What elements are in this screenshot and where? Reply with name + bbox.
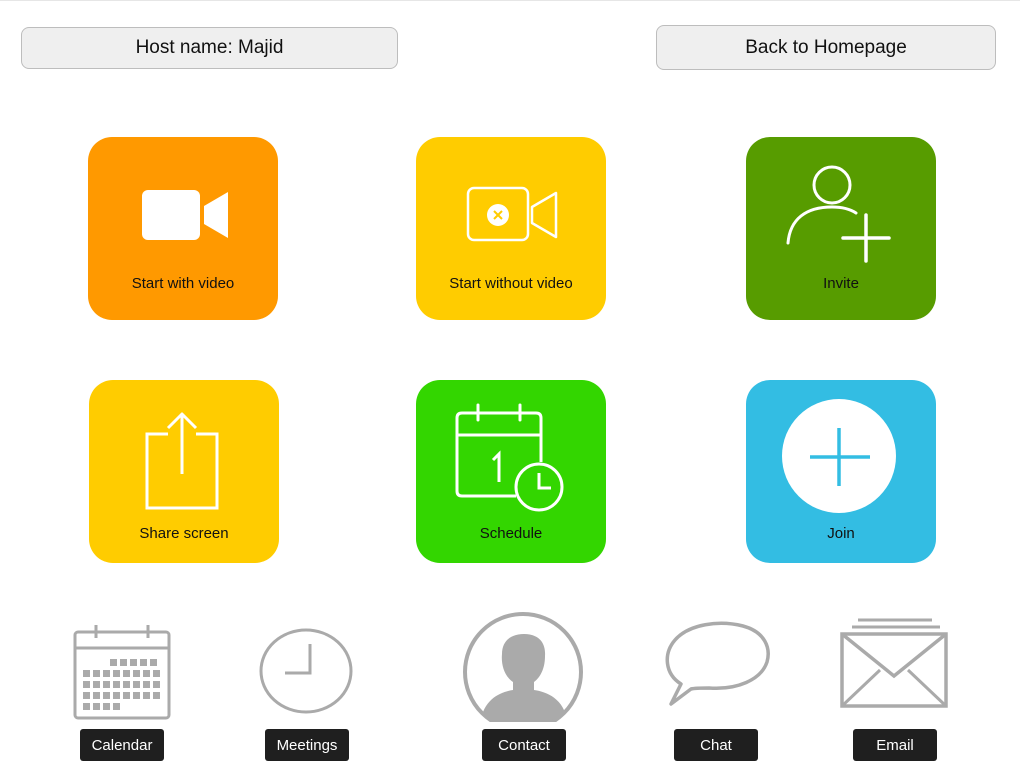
video-off-icon: [416, 137, 606, 277]
calendar-icon: [57, 612, 187, 722]
back-to-homepage-button[interactable]: Back to Homepage: [656, 25, 996, 70]
invite-tile[interactable]: Invite: [746, 137, 936, 320]
contact-icon: [458, 612, 588, 722]
chat-label: Chat: [700, 736, 732, 754]
join-tile[interactable]: Join: [746, 380, 936, 563]
start-with-video-tile[interactable]: Start with video: [88, 137, 278, 320]
calendar-clock-icon: [416, 380, 606, 520]
share-screen-label: Share screen: [139, 525, 229, 542]
email-button[interactable]: Email: [853, 729, 937, 761]
chat-button[interactable]: Chat: [674, 729, 758, 761]
start-without-video-label: Start without video: [449, 275, 573, 292]
meetings-button[interactable]: Meetings: [265, 729, 349, 761]
host-name-display: Host name: Majid: [21, 27, 398, 69]
contact-button[interactable]: Contact: [482, 729, 566, 761]
plus-circle-icon: [746, 380, 936, 520]
email-label: Email: [876, 736, 914, 754]
meetings-label: Meetings: [276, 736, 338, 754]
schedule-label: Schedule: [479, 525, 543, 542]
share-icon: [89, 380, 279, 520]
chat-bubble-icon: [651, 612, 781, 722]
envelope-icon: [830, 612, 960, 722]
clock-icon: [241, 612, 371, 722]
schedule-tile[interactable]: Schedule: [416, 380, 606, 563]
invite-label: Invite: [823, 275, 859, 292]
top-divider: [0, 0, 1020, 1]
video-camera-icon: [88, 137, 278, 277]
calendar-button[interactable]: Calendar: [80, 729, 164, 761]
contact-label: Contact: [498, 736, 550, 754]
back-to-homepage-label: Back to Homepage: [745, 36, 907, 58]
add-user-icon: [746, 137, 936, 277]
start-with-video-label: Start with video: [131, 275, 235, 292]
start-without-video-tile[interactable]: Start without video: [416, 137, 606, 320]
share-screen-tile[interactable]: Share screen: [89, 380, 279, 563]
calendar-label: Calendar: [91, 736, 153, 754]
host-name-label: Host name: Majid: [135, 37, 284, 58]
join-label: Join: [827, 525, 855, 542]
